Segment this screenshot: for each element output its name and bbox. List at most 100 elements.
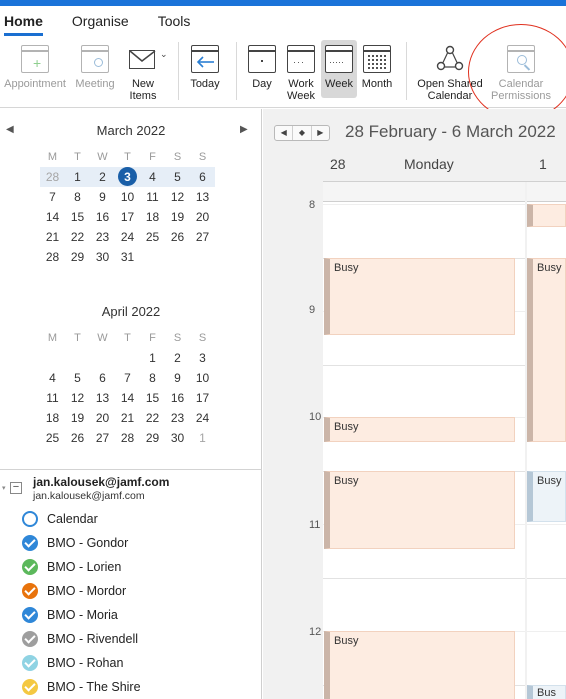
mini-calendar-day[interactable]: 22 bbox=[140, 408, 165, 428]
mini-calendar-day[interactable]: 19 bbox=[165, 207, 190, 227]
collapse-account-button[interactable]: − bbox=[10, 482, 22, 494]
mini-calendar-day[interactable]: 21 bbox=[40, 227, 65, 247]
mini-calendar-day[interactable]: 12 bbox=[65, 388, 90, 408]
all-day-area[interactable] bbox=[323, 182, 525, 202]
mini-calendar-day[interactable]: 25 bbox=[140, 227, 165, 247]
expand-caret-icon[interactable]: ▾ bbox=[2, 484, 6, 492]
busy-event[interactable]: Busy bbox=[527, 471, 566, 522]
calendar-checkbox[interactable] bbox=[22, 535, 38, 551]
mini-calendar-day[interactable]: 11 bbox=[40, 388, 65, 408]
calendar-list-item[interactable]: BMO - Rohan bbox=[22, 653, 123, 673]
mini-calendar-day[interactable]: 26 bbox=[65, 428, 90, 448]
mini-calendar-day[interactable]: 16 bbox=[165, 388, 190, 408]
mini-calendar-day[interactable]: 17 bbox=[190, 388, 215, 408]
calendar-checkbox[interactable] bbox=[22, 607, 38, 623]
busy-event[interactable]: Busy bbox=[527, 258, 566, 442]
week-view-button[interactable]: ····· Week bbox=[321, 40, 357, 98]
calendar-checkbox[interactable] bbox=[22, 583, 38, 599]
mini-calendar-day[interactable]: 10 bbox=[115, 187, 140, 207]
mini-calendar-day[interactable]: 1 bbox=[190, 428, 215, 448]
mini-calendar-day[interactable]: 28 bbox=[40, 167, 65, 187]
mini-calendar-day[interactable]: 27 bbox=[190, 227, 215, 247]
mini-calendar-day[interactable]: 9 bbox=[165, 368, 190, 388]
mini-calendar-day[interactable]: 14 bbox=[115, 388, 140, 408]
mini-calendar-day[interactable]: 29 bbox=[140, 428, 165, 448]
mini-calendar-day[interactable]: 2 bbox=[90, 167, 115, 187]
mini-calendar-day[interactable]: 1 bbox=[65, 167, 90, 187]
month-view-button[interactable]: Month bbox=[358, 36, 396, 90]
mini-calendar-day[interactable]: 4 bbox=[140, 167, 165, 187]
mini-calendar-day[interactable]: 7 bbox=[115, 368, 140, 388]
mini-calendar-day[interactable]: 13 bbox=[90, 388, 115, 408]
calendar-list-item[interactable]: BMO - Lorien bbox=[22, 557, 121, 577]
mini-calendar-day[interactable]: 28 bbox=[115, 428, 140, 448]
mini-calendar-day[interactable]: 16 bbox=[90, 207, 115, 227]
mini-calendar-day[interactable]: 30 bbox=[90, 247, 115, 267]
mini-calendar-day[interactable]: 20 bbox=[190, 207, 215, 227]
mini-calendar-day[interactable]: 2 bbox=[165, 348, 190, 368]
today-button[interactable]: Today bbox=[184, 36, 226, 90]
mini-calendar-day[interactable]: 27 bbox=[90, 428, 115, 448]
mini-calendar-day[interactable]: 29 bbox=[65, 247, 90, 267]
calendar-checkbox[interactable] bbox=[22, 511, 38, 527]
mini-calendar-day[interactable]: 1 bbox=[140, 348, 165, 368]
busy-event[interactable] bbox=[527, 204, 566, 227]
mini-calendar-day[interactable]: 14 bbox=[40, 207, 65, 227]
busy-event[interactable]: Busy bbox=[324, 417, 515, 442]
next-month-icon[interactable]: ▶ bbox=[240, 124, 248, 135]
meeting-button[interactable]: Meeting bbox=[71, 36, 119, 90]
mini-calendar-day[interactable]: 21 bbox=[115, 408, 140, 428]
mini-calendar-day[interactable]: 5 bbox=[65, 368, 90, 388]
mini-calendar-day[interactable]: 4 bbox=[40, 368, 65, 388]
mini-calendar-day[interactable]: 26 bbox=[165, 227, 190, 247]
tab-tools[interactable]: Tools bbox=[158, 6, 191, 36]
mini-calendar-day[interactable]: 18 bbox=[40, 408, 65, 428]
mini-calendar-day[interactable]: 3 bbox=[190, 348, 215, 368]
mini-calendar-day[interactable]: 15 bbox=[65, 207, 90, 227]
tab-organise[interactable]: Organise bbox=[72, 6, 129, 36]
mini-calendar-day[interactable]: 24 bbox=[115, 227, 140, 247]
calendar-checkbox[interactable] bbox=[22, 655, 38, 671]
mini-calendar-day[interactable]: 7 bbox=[40, 187, 65, 207]
mini-calendar-day[interactable]: 28 bbox=[40, 247, 65, 267]
mini-calendar-day[interactable]: 10 bbox=[190, 368, 215, 388]
mini-calendar-day[interactable]: 18 bbox=[140, 207, 165, 227]
mini-calendar-day[interactable]: 23 bbox=[90, 227, 115, 247]
mini-calendar-day[interactable]: 5 bbox=[165, 167, 190, 187]
appointment-button[interactable]: + Appointment bbox=[0, 36, 70, 90]
mini-calendar-day[interactable]: 31 bbox=[115, 247, 140, 267]
calendar-checkbox[interactable] bbox=[22, 679, 38, 695]
mini-calendar-day[interactable]: 24 bbox=[190, 408, 215, 428]
mini-calendar-day[interactable]: 6 bbox=[190, 167, 215, 187]
mini-calendar-day[interactable]: 3 bbox=[115, 167, 140, 187]
mini-calendar-day[interactable]: 8 bbox=[140, 368, 165, 388]
new-items-button[interactable]: ⌄ New Items bbox=[120, 36, 168, 102]
mini-calendar-day[interactable]: 23 bbox=[165, 408, 190, 428]
mini-calendar-day[interactable]: 25 bbox=[40, 428, 65, 448]
tab-home[interactable]: Home bbox=[4, 6, 43, 36]
busy-event[interactable]: Busy bbox=[324, 471, 515, 549]
calendar-list-item[interactable]: BMO - The Shire bbox=[22, 677, 141, 697]
mini-calendar-day[interactable]: 13 bbox=[190, 187, 215, 207]
next-week-icon[interactable]: ▶ bbox=[312, 126, 329, 140]
calendar-list-item[interactable]: BMO - Rivendell bbox=[22, 629, 138, 649]
calendar-checkbox[interactable] bbox=[22, 559, 38, 575]
mini-calendar-day[interactable]: 8 bbox=[65, 187, 90, 207]
calendar-list-item[interactable]: BMO - Mordor bbox=[22, 581, 126, 601]
go-today-icon[interactable]: ◆ bbox=[293, 126, 312, 140]
calendar-list-item[interactable]: BMO - Moria bbox=[22, 605, 118, 625]
all-day-area[interactable] bbox=[527, 182, 566, 202]
calendar-list-item[interactable]: Calendar bbox=[22, 509, 98, 529]
mini-calendar-day[interactable]: 12 bbox=[165, 187, 190, 207]
busy-event[interactable]: Bus bbox=[527, 685, 566, 699]
mini-calendar-day[interactable]: 17 bbox=[115, 207, 140, 227]
mini-calendar-day[interactable]: 22 bbox=[65, 227, 90, 247]
mini-calendar-day[interactable]: 19 bbox=[65, 408, 90, 428]
mini-calendar-day[interactable]: 30 bbox=[165, 428, 190, 448]
busy-event[interactable]: Busy bbox=[324, 258, 515, 335]
calendar-checkbox[interactable] bbox=[22, 631, 38, 647]
mini-calendar-day[interactable]: 6 bbox=[90, 368, 115, 388]
mini-calendar-day[interactable]: 9 bbox=[90, 187, 115, 207]
mini-calendar-day[interactable]: 15 bbox=[140, 388, 165, 408]
day-view-button[interactable]: Day bbox=[244, 36, 280, 90]
